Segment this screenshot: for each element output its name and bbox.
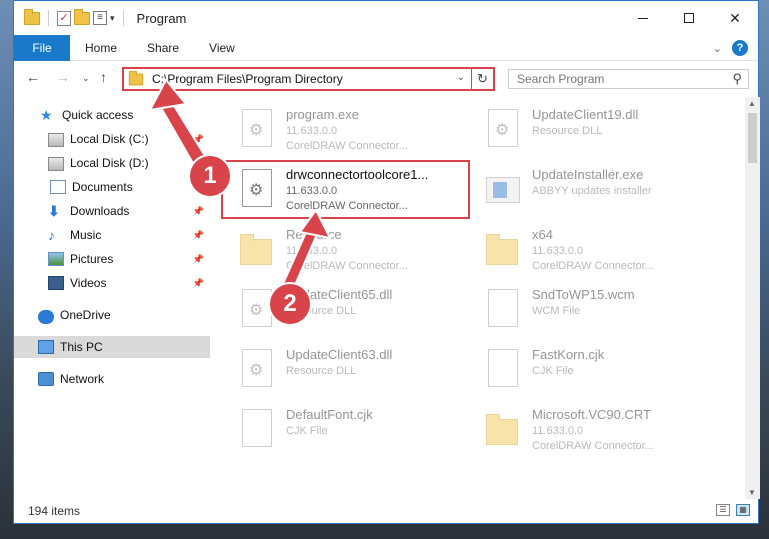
step-badge-2: 2 [270, 284, 310, 324]
arrow-to-file [280, 208, 332, 294]
step-badge-1: 1 [190, 156, 230, 196]
annotation-arrows [148, 78, 332, 294]
